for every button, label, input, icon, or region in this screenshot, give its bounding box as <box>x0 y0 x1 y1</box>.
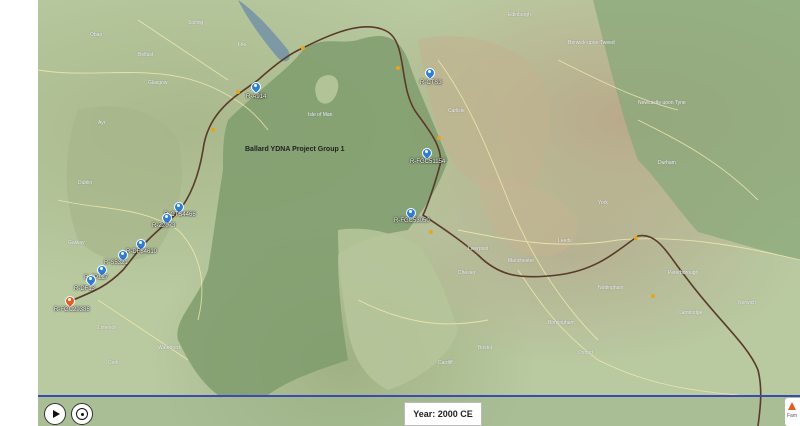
person-pin-icon <box>83 272 99 288</box>
marker-label: R-S5321 <box>104 260 128 266</box>
play-button[interactable] <box>44 403 66 425</box>
place-label: Cork <box>108 360 119 366</box>
place-label: Bristol <box>478 345 492 351</box>
map-canvas[interactable]: Oban Stirling Fife Glasgow Edinburgh Ber… <box>38 0 800 426</box>
place-label: Glasgow <box>148 80 168 86</box>
ancestor-marker[interactable] <box>422 65 438 81</box>
logo-mark-icon <box>788 402 796 410</box>
marker-label: R-FGC51154 <box>410 159 446 165</box>
place-label: Edinburgh <box>508 12 531 18</box>
place-label: Newcastle upon Tyne <box>638 100 686 106</box>
person-icon <box>139 241 142 244</box>
ancestor-marker[interactable] <box>248 79 264 95</box>
play-icon <box>53 410 60 418</box>
place-label: Carlisle <box>448 108 465 114</box>
place-label: Durham <box>658 160 676 166</box>
place-label: Leeds <box>558 238 572 244</box>
marker-label: R-FGC53050 <box>394 218 430 224</box>
place-label: Cardiff <box>438 360 453 366</box>
place-label: Cambridge <box>678 310 703 316</box>
person-icon <box>425 150 428 153</box>
person-icon <box>409 210 412 213</box>
logo-text: Fam <box>787 413 797 419</box>
timeline-slider[interactable] <box>38 395 800 397</box>
place-label: York <box>598 200 608 206</box>
person-icon <box>428 70 431 73</box>
marker-label: R-Z2073 <box>152 223 176 229</box>
place-label: Peterborough <box>668 270 699 276</box>
place-label: Berwick-upon-Tweed <box>568 40 615 46</box>
group-label: Ballard YDNA Project Group 1 <box>245 146 345 153</box>
place-label: Norwich <box>738 300 757 306</box>
place-label: Oban <box>90 32 103 38</box>
marker-label: R-FGC29386 <box>54 307 90 313</box>
person-icon <box>100 267 103 270</box>
person-icon <box>177 204 180 207</box>
place-label: Dublin <box>78 180 93 186</box>
person-icon <box>254 84 257 87</box>
place-label: Manchester <box>508 258 535 264</box>
person-icon <box>68 298 71 301</box>
place-label: Oxford <box>578 350 594 356</box>
place-label: Birmingham <box>548 320 575 326</box>
person-icon <box>165 215 168 218</box>
north-sea <box>593 0 800 260</box>
person-pin-icon <box>62 293 78 309</box>
speed-icon-dot <box>81 413 84 416</box>
person-pin-icon <box>248 79 264 95</box>
place-label: Limerick <box>98 325 117 331</box>
map-terrain <box>38 0 800 426</box>
person-icon <box>121 252 124 255</box>
speed-button[interactable] <box>71 403 93 425</box>
place-label: Isle of Man <box>308 112 333 118</box>
left-panel-strip <box>0 0 38 426</box>
place-label: Ayr <box>98 120 106 126</box>
place-label: Stirling <box>188 20 204 26</box>
marker-label: R-A914 <box>246 94 267 100</box>
marker-label: R-CTS3 <box>420 80 442 86</box>
place-label: Liverpool <box>468 246 489 252</box>
person-icon <box>89 277 92 280</box>
person-pin-icon <box>422 65 438 81</box>
place-label: Waterford <box>158 345 180 351</box>
lough-neagh <box>238 0 290 62</box>
marker-label: R-DF84610 <box>126 249 158 255</box>
place-label: Belfast <box>138 52 154 58</box>
person-pin-icon <box>419 145 435 161</box>
place-label: Chester <box>458 270 476 276</box>
year-display: Year: 2000 CE <box>404 402 482 426</box>
place-label: Fife <box>238 42 247 48</box>
pennines-hills <box>478 179 578 257</box>
place-label: Nottingham <box>598 285 624 291</box>
familytreedna-logo: Fam <box>785 398 800 426</box>
marker-label: R-DF13 <box>74 286 96 292</box>
place-label: Galway <box>68 240 85 246</box>
